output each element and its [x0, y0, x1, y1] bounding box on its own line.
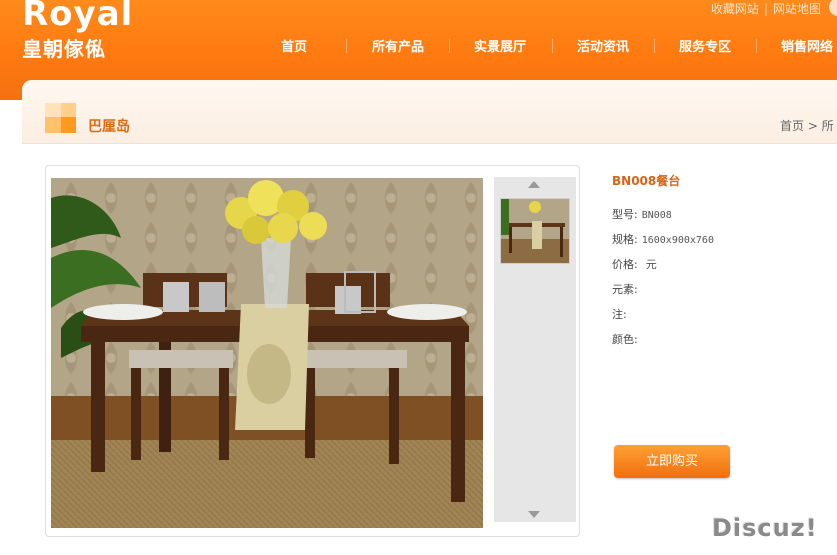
panel-header: 巴厘岛 首页 > 所 [22, 80, 837, 144]
nav-service[interactable]: 服务专区 [679, 36, 731, 55]
thumbnail-image[interactable] [500, 198, 570, 264]
product-main-image[interactable] [51, 178, 483, 528]
buy-now-button[interactable]: 立即购买 [614, 445, 730, 478]
spec-label: 价格: [612, 258, 638, 271]
brand-name-cn: 皇朝傢俬 [22, 37, 106, 61]
product-name: BN008餐台 [612, 174, 681, 188]
spec-label: 型号: [612, 208, 638, 221]
bookmark-link[interactable]: 收藏网站 [711, 2, 759, 16]
scroll-up-arrow-icon[interactable] [528, 181, 540, 188]
nav-home[interactable]: 首页 [281, 36, 307, 55]
spec-label: 颜色: [612, 333, 638, 346]
nav-showroom[interactable]: 实景展厅 [474, 36, 526, 55]
thumbnail-strip [494, 177, 576, 522]
spec-value: 1600x900x760 [641, 235, 714, 246]
spec-note: 注: [612, 306, 631, 322]
title-square [61, 117, 76, 133]
nav-all-products[interactable]: 所有产品 [372, 36, 424, 55]
nav-divider [449, 39, 450, 53]
product-gallery [45, 165, 580, 537]
title-square [45, 117, 61, 133]
nav-news[interactable]: 活动资讯 [577, 36, 629, 55]
page-title: 巴厘岛 [88, 119, 130, 135]
title-square [61, 103, 76, 117]
nav-divider [756, 39, 757, 53]
sitemap-link[interactable]: 网站地图 [773, 2, 821, 16]
spec-label: 规格: [612, 233, 638, 246]
scroll-down-arrow-icon[interactable] [528, 511, 540, 518]
search-chip-icon[interactable]: S [829, 0, 837, 16]
spec-value: BN008 [641, 210, 672, 221]
nav-sales-network[interactable]: 销售网络 [781, 36, 833, 55]
spec-size: 规格: 1600x900x760 [612, 231, 714, 247]
spec-label: 元素: [612, 283, 638, 296]
spec-label: 注: [612, 308, 627, 321]
forum-watermark: Discuz! [712, 514, 818, 542]
dining-table-photo [51, 178, 483, 528]
spec-model: 型号: BN008 [612, 206, 672, 222]
title-squares-icon [45, 103, 61, 117]
top-links: 收藏网站 | 网站地图 S [711, 0, 837, 17]
spec-value: 元 [645, 258, 657, 271]
dining-table-thumbnail [501, 199, 569, 263]
spec-element: 元素: [612, 281, 642, 297]
nav-divider [552, 39, 553, 53]
spec-price: 价格: 元 [612, 256, 657, 272]
top-link-separator: | [763, 2, 768, 16]
brand-name-en: Royal [22, 0, 134, 34]
nav-divider [346, 39, 347, 53]
nav-divider [654, 39, 655, 53]
spec-color: 颜色: [612, 331, 642, 347]
breadcrumb[interactable]: 首页 > 所 [780, 117, 834, 134]
